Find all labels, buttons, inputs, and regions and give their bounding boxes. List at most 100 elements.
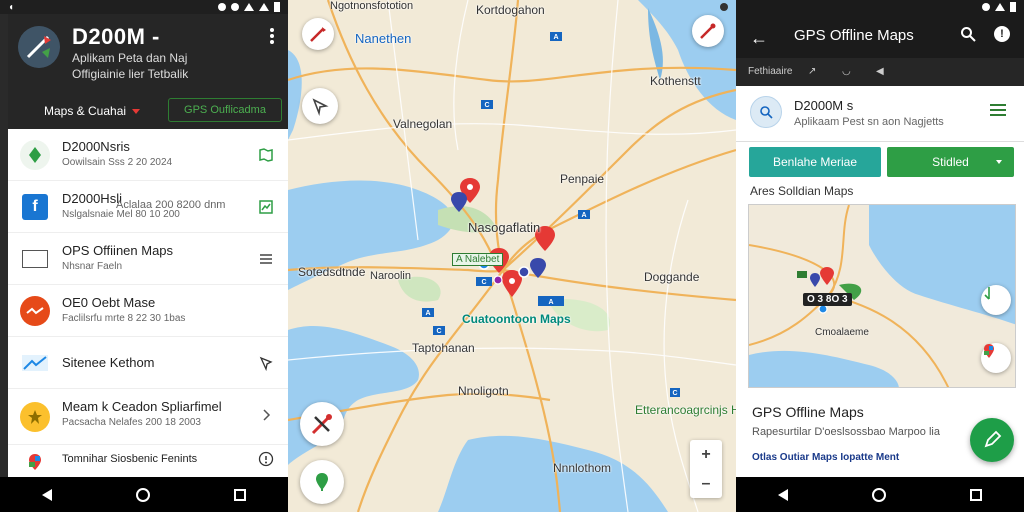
svg-text:C: C [672, 390, 677, 397]
list-item[interactable]: Sitenee Kethom [8, 337, 288, 389]
tools-button[interactable] [300, 402, 344, 446]
map-badge: O 3 8O 3 [803, 293, 852, 306]
secondary-action-button[interactable]: Stidled [887, 147, 1014, 177]
list-item-title: D2000Hsli [62, 191, 122, 206]
back-icon[interactable] [42, 488, 52, 501]
wifi-icon [995, 3, 1005, 11]
zoom-out-button[interactable]: – [702, 475, 711, 493]
overflow-menu-icon[interactable] [270, 28, 274, 44]
zoom-in-button[interactable]: + [701, 446, 710, 464]
chart-box-icon[interactable] [258, 199, 274, 215]
arrow-icon[interactable]: ↗ [808, 66, 816, 77]
drawer-header: D200M - Aplikam Peta dan Naj Offigiainie… [8, 14, 288, 129]
battery-icon [274, 2, 280, 12]
list-item[interactable]: Tomnihar Siosbenic Fenints [8, 445, 288, 477]
nav-bar [0, 477, 288, 512]
chevron-down-icon[interactable] [996, 160, 1002, 164]
list-item[interactable]: OPS Offiinen Maps Nhsnar Faeln [8, 233, 288, 285]
location-button[interactable] [300, 460, 344, 504]
recents-icon[interactable] [970, 488, 982, 501]
gps-offline-button[interactable]: GPS Ouflicadma [168, 98, 282, 122]
list-item-title: Tomnihar Siosbenic Fenints [62, 453, 198, 465]
list-menu-icon[interactable] [990, 104, 1006, 116]
chevron-down-icon[interactable] [132, 109, 140, 114]
list-item[interactable]: Meam k Ceadon Spliarfimel Pacsacha Nelaf… [8, 389, 288, 445]
flag-icon[interactable]: ◀ [876, 66, 884, 77]
status-bar [288, 0, 736, 14]
signal-icon: ◖ [8, 1, 15, 13]
navigate-button[interactable] [981, 285, 1011, 315]
app-card[interactable]: D2000M s Aplikaam Pest sn aon Nagjetts [736, 86, 1024, 142]
map-label: Cuatoontoon Maps [462, 312, 571, 326]
pin-outline-icon[interactable] [258, 355, 274, 371]
svg-text:A: A [548, 299, 553, 306]
list-item-subtitle: Nslgalsnaie Mel 80 10 200 [62, 209, 180, 220]
back-arrow-icon[interactable]: ← [750, 28, 768, 49]
map-label: Nnoligotn [458, 384, 509, 398]
chart-icon [22, 355, 48, 371]
recents-icon[interactable] [234, 488, 246, 501]
info-icon[interactable] [258, 451, 274, 467]
info-link[interactable]: Otlas Outiar Maps Iopatte Ment [752, 452, 899, 463]
list-item-title: Meam k Ceadon Spliarfimel [62, 399, 222, 414]
mini-map[interactable]: O 3 8O 3 Cmoalaeme [748, 204, 1016, 388]
list-item-subtitle: Nhsnar Faeln [62, 261, 123, 272]
place-tag[interactable]: A Nalebet [452, 253, 504, 266]
list-item[interactable]: D2000Nsris Oowilsain Sss 2 20 2024 [8, 129, 288, 181]
compass-button[interactable] [302, 18, 334, 50]
svg-text:A: A [581, 212, 586, 219]
zoom-control[interactable]: + – [690, 440, 722, 498]
google-maps-icon [984, 344, 994, 358]
card-title: D2000M s [794, 98, 854, 113]
nfc-icon [218, 3, 226, 11]
shield-icon[interactable]: ◡ [842, 66, 851, 77]
home-icon[interactable] [872, 487, 886, 502]
signal-icon [720, 3, 728, 11]
list-item-title: Sitenee Kethom [62, 355, 155, 370]
battery-icon [1010, 2, 1016, 12]
home-icon[interactable] [136, 487, 150, 502]
sync-icon [231, 3, 239, 11]
leaf-icon [20, 140, 50, 170]
drawer-panel: ◖ D200M - Aplikam Peta dan Naj Offigiain… [0, 0, 288, 512]
layers-button[interactable] [692, 15, 724, 47]
map-label: Cmoalaeme [815, 327, 869, 338]
map-label: Nasogaflatin [468, 220, 541, 235]
edit-icon [984, 430, 1002, 448]
map-label: Etterancoagrcinjs Hae [635, 403, 736, 417]
app-subtitle-line-2: Offigiainie lier Tetbalik [72, 67, 189, 81]
svg-text:A: A [553, 34, 558, 41]
status-bar [736, 0, 1024, 14]
info-title: GPS Offline Maps [752, 404, 864, 420]
map-label: Sotedsdtnde [298, 265, 366, 279]
map-panel[interactable]: C A C A C A C A Kortdogahon Ngotnonsfoto… [288, 0, 736, 512]
detail-panel: ← GPS Offline Maps ! Fethiaaire ↗ ◡ ◀ D2… [736, 0, 1024, 512]
maps-dropdown-label[interactable]: Maps & Cuahai [44, 104, 126, 118]
map-label: Naroolin [370, 270, 411, 282]
google-maps-icon [20, 447, 50, 477]
app-title: D200M - [72, 24, 160, 49]
status-bar: ◖ [0, 0, 288, 14]
map-label: Penpaie [560, 172, 605, 186]
map-label: Kothenstt [650, 74, 701, 88]
wave-icon [20, 296, 50, 326]
map-icon[interactable] [258, 147, 274, 163]
list-item[interactable]: OE0 Oebt Mase Faclilsrfu mrte 8 22 30 1b… [8, 285, 288, 337]
wrench-icon [311, 414, 332, 435]
svg-text:C: C [484, 102, 489, 109]
tool-icon [700, 23, 716, 39]
list-item[interactable]: f D2000Hsli Aclalaa 200 8200 dnm Nslgals… [8, 181, 288, 233]
navigate-button[interactable] [302, 88, 338, 124]
google-maps-button[interactable] [981, 343, 1011, 373]
search-icon[interactable] [960, 26, 976, 42]
back-icon[interactable] [778, 488, 788, 501]
nav-bar [736, 477, 1024, 512]
chevron-right-icon[interactable] [258, 407, 274, 423]
edit-fab[interactable] [970, 418, 1014, 462]
star-icon [20, 402, 50, 432]
alert-icon[interactable]: ! [994, 26, 1010, 42]
app-list: D2000Nsris Oowilsain Sss 2 20 2024 f D20… [8, 129, 288, 477]
primary-action-button[interactable]: Benlahe Meriae [749, 147, 881, 177]
search-location-icon [750, 96, 782, 128]
menu-icon[interactable] [258, 251, 274, 267]
